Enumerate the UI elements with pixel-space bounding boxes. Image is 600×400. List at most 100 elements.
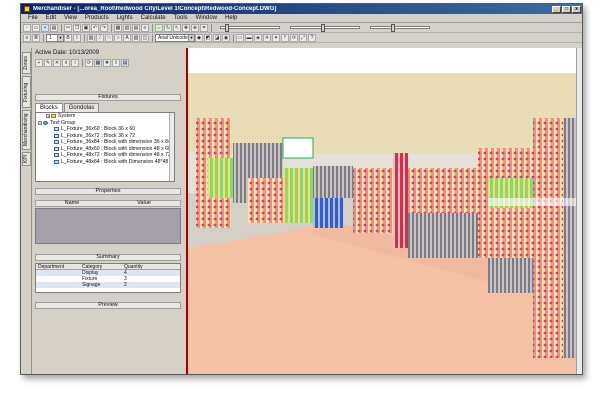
contrast-slider-thumb[interactable]: [391, 24, 395, 32]
tab-blocks[interactable]: Blocks: [35, 103, 63, 112]
refresh-icon[interactable]: ⟳: [85, 59, 93, 67]
info-icon[interactable]: i: [71, 59, 79, 67]
fill-icon[interactable]: ▨: [87, 33, 95, 42]
font-combo[interactable]: Arial Unicode ▼: [155, 33, 195, 42]
camera-icon[interactable]: ◉: [222, 33, 230, 42]
brightness-slider[interactable]: [290, 24, 360, 32]
help-icon[interactable]: ?: [308, 33, 316, 42]
report-icon[interactable]: ▤: [121, 59, 129, 67]
shadow-icon[interactable]: ◪: [213, 33, 221, 42]
tab-gondolas[interactable]: Gondolas: [63, 103, 100, 112]
3d-viewport[interactable]: [186, 48, 583, 375]
line-icon[interactable]: /: [96, 33, 104, 42]
layout-icon[interactable]: ▥: [123, 23, 131, 32]
orbit-icon[interactable]: ⟳: [290, 33, 298, 42]
menu-help[interactable]: Help: [221, 15, 241, 21]
table-row[interactable]: Signage 2: [36, 282, 180, 288]
new-file-icon[interactable]: ▫: [23, 23, 31, 32]
menu-edit[interactable]: Edit: [42, 15, 60, 21]
paste-icon[interactable]: ▣: [82, 23, 90, 32]
store-scene[interactable]: [188, 48, 583, 375]
print-icon[interactable]: ▤: [50, 23, 58, 32]
app-icon: [24, 6, 30, 12]
properties-grid: [35, 208, 181, 244]
table-icon[interactable]: ▦: [94, 59, 102, 67]
chevron-down-icon[interactable]: ▼: [57, 34, 63, 41]
menu-file[interactable]: File: [24, 15, 42, 21]
brightness-slider-thumb[interactable]: [321, 24, 325, 32]
zoom-slider[interactable]: [220, 24, 280, 32]
grid-icon[interactable]: ▦: [114, 23, 122, 32]
fit-icon[interactable]: ⤢: [299, 33, 307, 42]
menu-lights[interactable]: Lights: [113, 15, 137, 21]
save-icon[interactable]: ▪: [41, 23, 49, 32]
side-tab-merchandising[interactable]: Merchandising: [22, 110, 31, 150]
group-icon[interactable]: ❖: [103, 59, 111, 67]
add-icon[interactable]: +: [35, 59, 43, 67]
contrast-slider[interactable]: [370, 24, 430, 32]
tree-scrollbar[interactable]: [169, 113, 174, 181]
fixture-green-1: [283, 168, 313, 223]
layers-icon[interactable]: ◫: [141, 33, 149, 42]
summary-header: Summary: [35, 254, 181, 261]
maximize-button[interactable]: □: [562, 5, 571, 13]
export-icon[interactable]: ⇪: [112, 59, 120, 67]
side-tab-kpi[interactable]: KPI: [22, 152, 31, 166]
image-icon[interactable]: ▧: [132, 33, 140, 42]
menu-tools[interactable]: Tools: [170, 15, 192, 21]
color-icon[interactable]: ◆: [195, 33, 203, 42]
italic-icon[interactable]: I: [73, 33, 81, 42]
menu-view[interactable]: View: [60, 15, 81, 21]
delete-icon[interactable]: ✕: [53, 59, 61, 67]
zoom-icon[interactable]: ⊕: [191, 23, 199, 32]
move-icon[interactable]: ⇔: [155, 23, 163, 32]
cell-department: [36, 282, 80, 288]
side-tab-zones[interactable]: Zones: [22, 52, 31, 74]
view-3d-icon[interactable]: ◈: [254, 33, 262, 42]
open-folder-icon[interactable]: ▭: [32, 23, 40, 32]
menu-products[interactable]: Products: [81, 15, 113, 21]
rotate-icon[interactable]: ↻: [164, 23, 172, 32]
view-front-icon[interactable]: ▭: [236, 33, 244, 42]
viewport-scrollbar[interactable]: [576, 48, 582, 374]
select-icon[interactable]: ↖: [173, 23, 181, 32]
bold-icon[interactable]: B: [64, 33, 72, 42]
undo-icon[interactable]: ↶: [91, 23, 99, 32]
walk-icon[interactable]: ⇡: [281, 33, 289, 42]
fixture-icon[interactable]: ▤: [132, 23, 140, 32]
menu-window[interactable]: Window: [192, 15, 221, 21]
filter-icon[interactable]: ⌽: [62, 59, 70, 67]
render-icon[interactable]: ✦: [272, 33, 280, 42]
menu-bar: File Edit View Products Lights Calculate…: [21, 14, 582, 23]
close-button[interactable]: x: [572, 5, 581, 13]
expand-icon[interactable]: +: [46, 114, 50, 119]
align-center-icon[interactable]: ≣: [32, 33, 40, 42]
view-top-icon[interactable]: ▬: [245, 33, 253, 42]
expand-icon[interactable]: −: [38, 120, 42, 125]
folder-icon: [51, 114, 56, 119]
menu-calculate[interactable]: Calculate: [137, 15, 170, 21]
edit-icon[interactable]: ✎: [44, 59, 52, 67]
circle-icon[interactable]: ○: [114, 33, 122, 42]
side-tab-fixturing[interactable]: Fixturing: [22, 76, 31, 108]
toolbar-separator: [233, 33, 234, 42]
fixture-stripe-5: [533, 118, 568, 358]
fixture-red-1: [393, 153, 408, 248]
shelf-icon[interactable]: ≡: [141, 23, 149, 32]
copy-icon[interactable]: ❐: [73, 23, 81, 32]
chevron-down-icon[interactable]: ▼: [188, 34, 194, 41]
gradient-icon[interactable]: ◩: [204, 33, 212, 42]
align-left-icon[interactable]: ≡: [23, 33, 31, 42]
cut-icon[interactable]: ✂: [64, 23, 72, 32]
scale-combo[interactable]: 1 ▼: [46, 33, 64, 42]
measure-icon[interactable]: ⌗: [200, 23, 208, 32]
zoom-slider-thumb[interactable]: [225, 24, 229, 32]
minimize-button[interactable]: _: [552, 5, 561, 13]
rect-icon[interactable]: □: [105, 33, 113, 42]
tree-item[interactable]: L_Fixture_48x84 : Block with Dimension 4…: [36, 159, 174, 166]
redo-icon[interactable]: ↷: [100, 23, 108, 32]
properties-header: Properties: [35, 188, 181, 195]
text-icon[interactable]: A: [123, 33, 131, 42]
pan-icon[interactable]: ✥: [182, 23, 190, 32]
light-icon[interactable]: ☀: [263, 33, 271, 42]
